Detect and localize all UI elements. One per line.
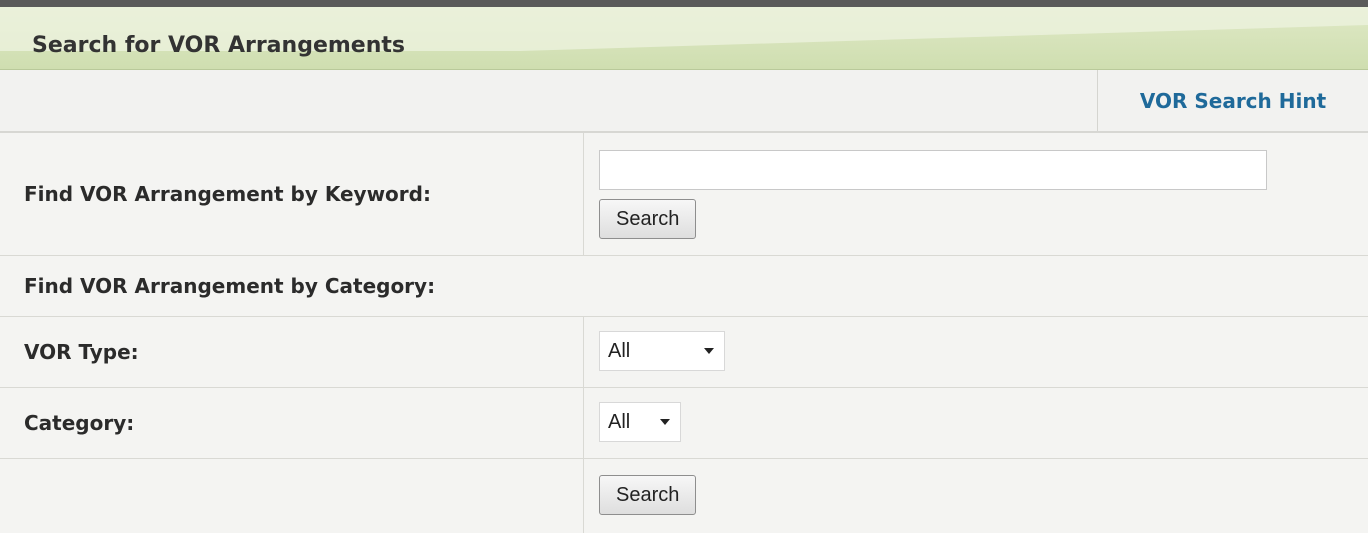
empty-label-cell — [0, 459, 584, 533]
category-search-button[interactable]: Search — [599, 475, 697, 515]
category-search-field-cell: Search — [584, 459, 1368, 533]
hint-row: VOR Search Hint — [0, 70, 1368, 133]
panel-header: Search for VOR Arrangements — [0, 7, 1368, 70]
vor-type-selected-value: All — [608, 339, 631, 362]
top-border-bar — [0, 0, 1368, 7]
category-field-cell: All — [584, 388, 1368, 458]
category-row: Category: All — [0, 388, 1368, 459]
page-title: Search for VOR Arrangements — [32, 33, 405, 58]
vor-type-select[interactable]: All — [599, 331, 725, 371]
chevron-down-icon — [704, 348, 714, 354]
keyword-search-input[interactable] — [599, 150, 1267, 190]
category-search-row: Search — [0, 459, 1368, 533]
vor-search-hint-link[interactable]: VOR Search Hint — [1140, 89, 1326, 113]
category-section-row: Find VOR Arrangement by Category: — [0, 256, 1368, 317]
keyword-search-button[interactable]: Search — [599, 199, 697, 239]
keyword-field-cell: Search — [584, 133, 1368, 255]
category-section-label: Find VOR Arrangement by Category: — [24, 274, 436, 298]
category-selected-value: All — [608, 410, 631, 433]
category-label: Category: — [0, 388, 584, 458]
vor-type-field-cell: All — [584, 317, 1368, 387]
chevron-down-icon — [660, 419, 670, 425]
category-select[interactable]: All — [599, 402, 681, 442]
vor-type-label: VOR Type: — [0, 317, 584, 387]
vor-type-row: VOR Type: All — [0, 317, 1368, 388]
keyword-label: Find VOR Arrangement by Keyword: — [0, 133, 584, 255]
hint-cell: VOR Search Hint — [1097, 70, 1368, 131]
keyword-row: Find VOR Arrangement by Keyword: Search — [0, 133, 1368, 256]
